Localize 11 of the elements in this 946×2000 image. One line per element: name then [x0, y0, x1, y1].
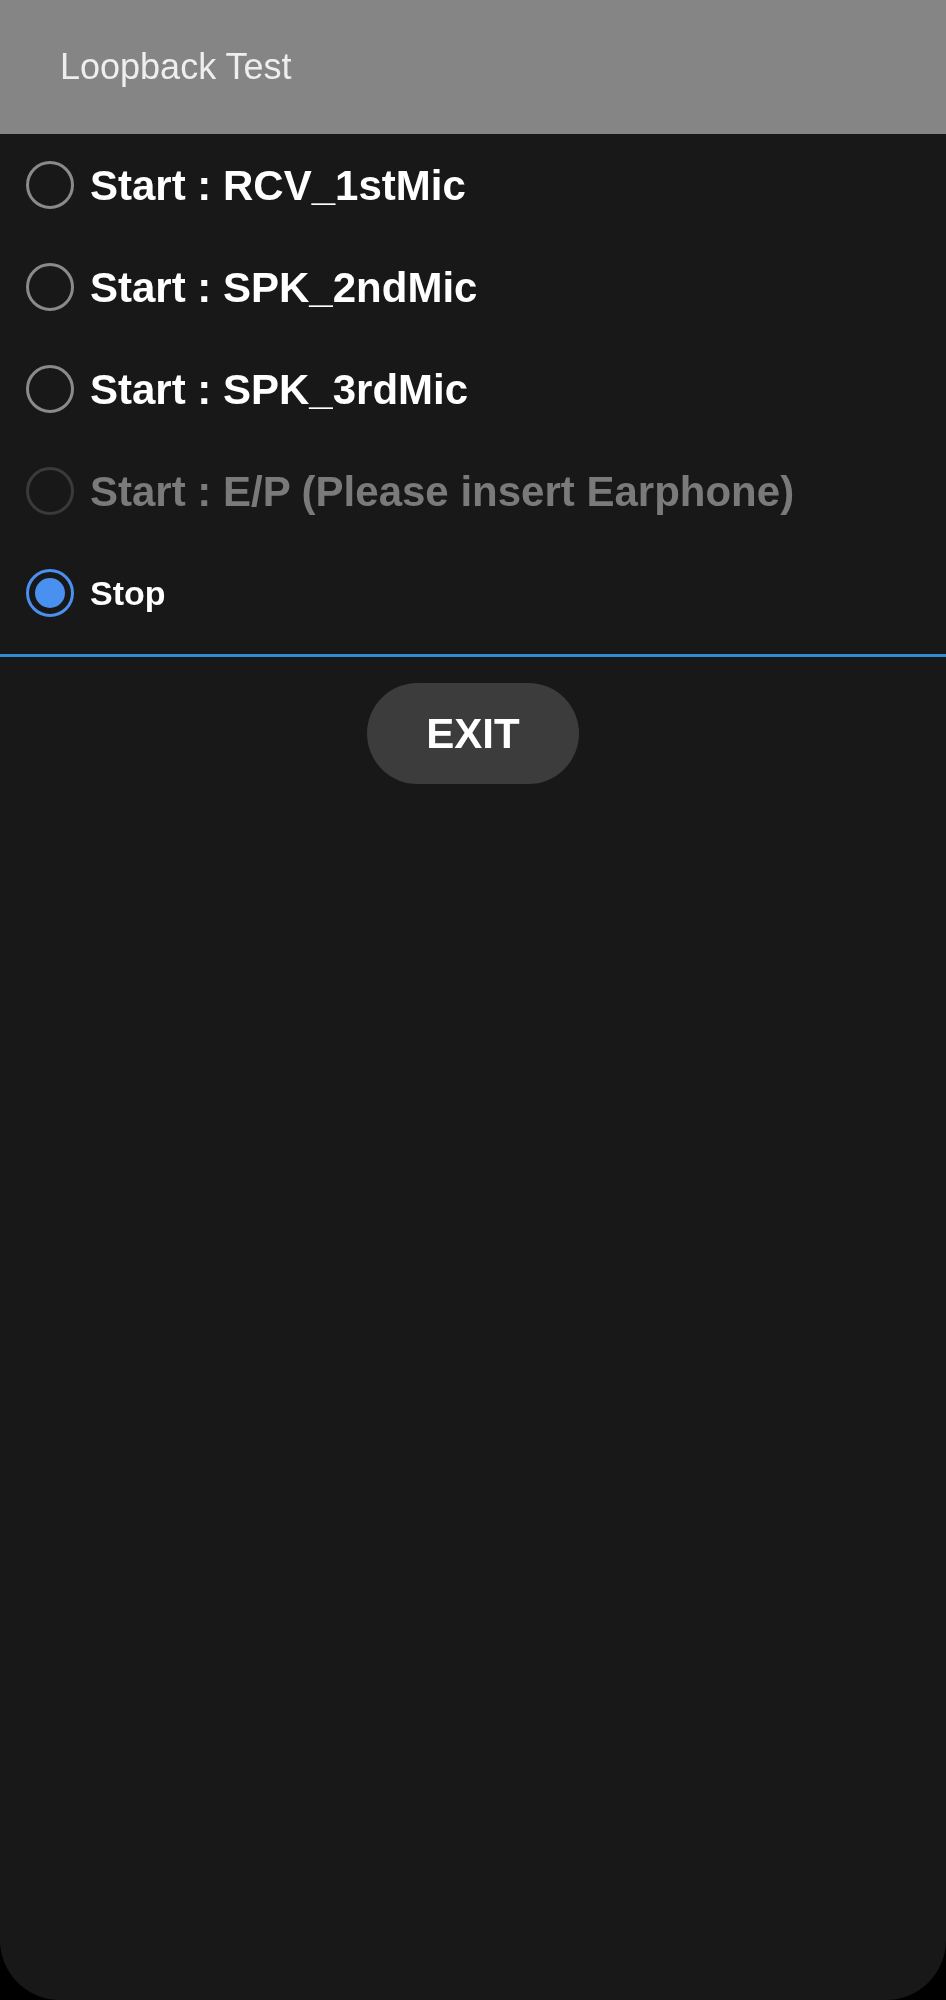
exit-button[interactable]: EXIT — [367, 683, 579, 784]
radio-button[interactable] — [26, 161, 74, 209]
option-label: Start : E/P (Please insert Earphone) — [90, 466, 795, 517]
option-label: Start : SPK_2ndMic — [90, 262, 478, 313]
radio-button[interactable] — [26, 569, 74, 617]
window-title: Loopback Test — [60, 45, 292, 89]
radio-button[interactable] — [26, 263, 74, 311]
radio-button[interactable] — [26, 365, 74, 413]
option-label: Stop — [90, 572, 166, 614]
option-label: Start : RCV_1stMic — [90, 160, 466, 211]
option-label: Start : SPK_3rdMic — [90, 364, 469, 415]
